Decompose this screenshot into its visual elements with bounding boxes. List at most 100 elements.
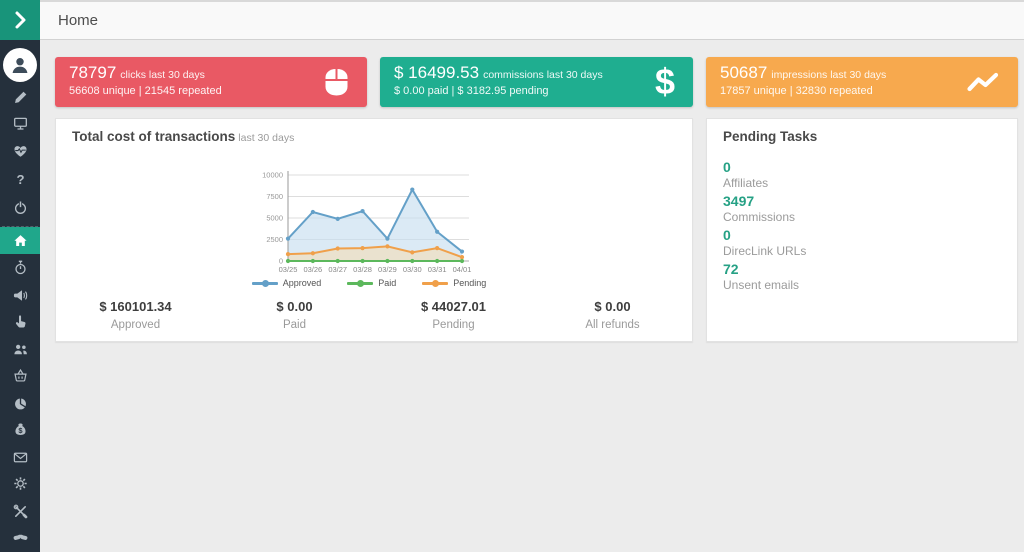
- total-approved-label: Approved: [56, 319, 215, 331]
- impressions-value-line: 50687 impressions last 30 days: [720, 63, 886, 83]
- transactions-title-range: last 30 days: [238, 132, 294, 144]
- task-affiliates-label[interactable]: Affiliates: [723, 176, 806, 191]
- svg-text:03/30: 03/30: [403, 265, 422, 274]
- pending-tasks-list: 0 Affiliates 3497 Commissions 0 DirecLin…: [723, 159, 806, 295]
- sidebar-item-configuration[interactable]: [0, 470, 40, 497]
- user-avatar-icon: [9, 54, 31, 76]
- sidebar-item-home[interactable]: [0, 227, 40, 254]
- top-bar: Home: [40, 0, 1024, 40]
- legend-label: Paid: [378, 278, 396, 288]
- impressions-label: impressions last 30 days: [771, 69, 886, 81]
- task-direclink-value: 0: [723, 227, 806, 244]
- transactions-title-text: Total cost of transactions: [72, 129, 235, 144]
- legend-swatch-icon: [347, 280, 373, 287]
- legend-label: Approved: [283, 278, 322, 288]
- commissions-sub: $ 0.00 paid | $ 3182.95 pending: [394, 85, 549, 97]
- commissions-value-line: $ 16499.53commissions last 30 days: [394, 63, 603, 83]
- total-pending: $ 44027.01 Pending: [374, 299, 533, 331]
- stopwatch-icon: [13, 260, 28, 275]
- sidebar-item-partners[interactable]: [0, 524, 40, 551]
- sidebar-item-recent[interactable]: [0, 254, 40, 281]
- total-refunds: $ 0.00 All refunds: [533, 299, 692, 331]
- sidebar-item-orders[interactable]: [0, 362, 40, 389]
- home-icon: [13, 233, 28, 248]
- sidebar-item-clicks[interactable]: [0, 308, 40, 335]
- sidebar-item-reports[interactable]: [0, 390, 40, 417]
- pending-tasks-title: Pending Tasks: [723, 129, 817, 144]
- sidebar-item-tools[interactable]: [0, 498, 40, 525]
- svg-text:10000: 10000: [262, 171, 283, 180]
- total-pending-value: $ 44027.01: [374, 299, 533, 314]
- impressions-sub: 17857 unique | 32830 repeated: [720, 85, 873, 97]
- legend-item-paid[interactable]: Paid: [347, 278, 396, 288]
- total-approved-value: $ 160101.34: [56, 299, 215, 314]
- sidebar-item-help[interactable]: ?: [0, 166, 40, 193]
- task-unsent-emails-value: 72: [723, 261, 806, 278]
- svg-text:03/31: 03/31: [428, 265, 447, 274]
- task-unsent-emails-label[interactable]: Unsent emails: [723, 278, 806, 293]
- trend-icon: [966, 71, 1000, 93]
- sidebar-item-edit[interactable]: [0, 84, 40, 111]
- sidebar-item-display[interactable]: [0, 110, 40, 137]
- svg-text:5000: 5000: [266, 214, 283, 223]
- clicks-value: 78797: [69, 63, 116, 82]
- clicks-value-line: 78797 clicks last 30 days: [69, 63, 205, 83]
- stat-card-clicks[interactable]: 78797 clicks last 30 days 56608 unique | …: [55, 57, 367, 107]
- sidebar-item-announcements[interactable]: [0, 282, 40, 309]
- envelope-icon: [13, 450, 28, 465]
- svg-text:2500: 2500: [266, 235, 283, 244]
- sidebar-item-commissions[interactable]: $: [0, 416, 40, 443]
- sidebar-item-affiliates[interactable]: [0, 336, 40, 363]
- pencil-icon: [13, 90, 28, 105]
- pie-chart-icon: [13, 396, 28, 411]
- total-approved: $ 160101.34 Approved: [56, 299, 215, 331]
- tools-icon: [13, 504, 28, 519]
- stat-card-impressions[interactable]: 50687 impressions last 30 days 17857 uniq…: [706, 57, 1018, 107]
- total-refunds-value: $ 0.00: [533, 299, 692, 314]
- sidebar: ?: [0, 40, 40, 552]
- total-paid: $ 0.00 Paid: [215, 299, 374, 331]
- users-icon: [13, 342, 28, 357]
- impressions-value: 50687: [720, 63, 767, 82]
- sidebar-item-health[interactable]: [0, 138, 40, 165]
- legend-item-approved[interactable]: Approved: [252, 278, 322, 288]
- total-pending-label: Pending: [374, 319, 533, 331]
- task-direclink-label[interactable]: DirecLink URLs: [723, 244, 806, 259]
- transactions-chart: 02500500075001000003/2503/2603/2703/2803…: [252, 169, 480, 275]
- svg-text:03/28: 03/28: [353, 265, 372, 274]
- task-affiliates-value: 0: [723, 159, 806, 176]
- total-refunds-label: All refunds: [533, 319, 692, 331]
- svg-text:03/25: 03/25: [279, 265, 298, 274]
- sidebar-item-profile[interactable]: [3, 48, 37, 82]
- sidebar-toggle-button[interactable]: [0, 0, 40, 40]
- task-commissions-label[interactable]: Commissions: [723, 210, 806, 225]
- clicks-label: clicks last 30 days: [120, 69, 205, 81]
- gear-icon: [13, 476, 28, 491]
- hand-pointer-icon: [13, 314, 28, 329]
- sidebar-item-logout[interactable]: [0, 194, 40, 221]
- total-paid-label: Paid: [215, 319, 374, 331]
- task-commissions-value: 3497: [723, 193, 806, 210]
- total-paid-value: $ 0.00: [215, 299, 374, 314]
- handshake-icon: [13, 530, 28, 545]
- clicks-sub: 56608 unique | 21545 repeated: [69, 85, 222, 97]
- transactions-panel-title: Total cost of transactionslast 30 days: [72, 129, 294, 144]
- svg-text:03/29: 03/29: [378, 265, 397, 274]
- mouse-icon: [324, 68, 349, 96]
- svg-text:03/26: 03/26: [303, 265, 322, 274]
- dollar-icon: $: [655, 64, 675, 100]
- legend-item-pending[interactable]: Pending: [422, 278, 486, 288]
- question-icon: ?: [13, 172, 28, 187]
- commissions-label: commissions last 30 days: [483, 69, 603, 81]
- legend-swatch-icon: [422, 280, 448, 287]
- pending-tasks-panel: Pending Tasks 0 Affiliates 3497 Commissi…: [706, 118, 1018, 342]
- transactions-totals: $ 160101.34 Approved $ 0.00 Paid $ 44027…: [56, 299, 692, 331]
- stat-card-commissions[interactable]: $ 16499.53commissions last 30 days $ 0.0…: [380, 57, 693, 107]
- megaphone-icon: [13, 288, 28, 303]
- sidebar-item-emails[interactable]: [0, 444, 40, 471]
- legend-swatch-icon: [252, 280, 278, 287]
- svg-text:03/27: 03/27: [328, 265, 347, 274]
- basket-icon: [13, 368, 28, 383]
- svg-text:7500: 7500: [266, 192, 283, 201]
- svg-text:?: ?: [16, 172, 24, 187]
